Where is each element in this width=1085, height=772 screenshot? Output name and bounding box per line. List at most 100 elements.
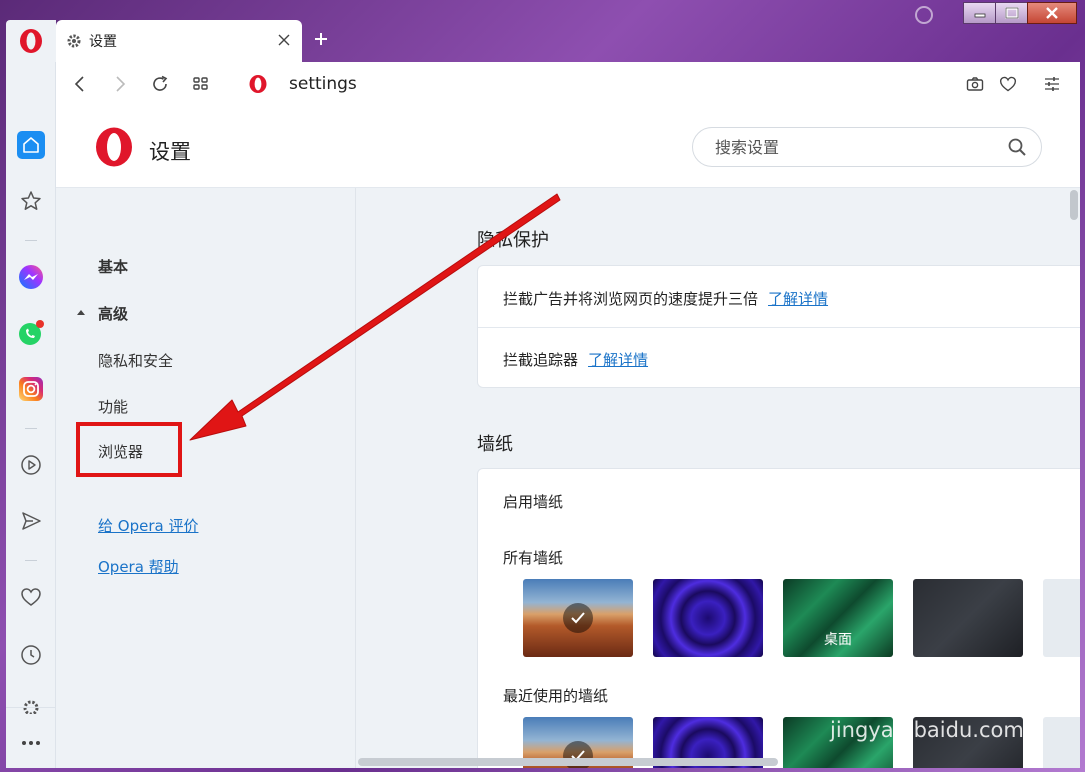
sidebar-player-button[interactable] (16, 450, 46, 480)
block-trackers-label: 拦截追踪器 (503, 351, 579, 369)
messenger-icon (19, 265, 43, 289)
tab-title: 设置 (89, 34, 117, 50)
row-divider (478, 327, 1080, 328)
block-trackers-learn-more-link[interactable]: 了解详情 (588, 351, 648, 369)
annotation-highlight-box (76, 422, 182, 477)
opera-logo-icon (20, 29, 42, 53)
star-icon (21, 191, 41, 210)
settings-header: 设置 (56, 106, 1080, 188)
home-icon-bg (17, 131, 45, 159)
wallpaper-thumb[interactable] (1043, 579, 1080, 657)
watermark-logo: Baidu经验 (830, 670, 1032, 716)
sidebar-divider (25, 428, 37, 429)
sidebar-more-button[interactable] (16, 728, 46, 758)
nav-features[interactable]: 功能 (98, 396, 128, 417)
page-title: 设置 (149, 140, 191, 164)
opera-logo-icon (96, 127, 132, 167)
privacy-card: 拦截广告并将浏览网页的速度提升三倍 了解详情 拦截追踪器 了解详情 (477, 265, 1080, 388)
opera-help-link[interactable]: Opera 帮助 (98, 556, 179, 577)
sidebar-speed-dial-button[interactable] (16, 186, 46, 216)
search-icon (1008, 138, 1026, 156)
sidebar-divider (6, 707, 56, 708)
block-ads-learn-more-link[interactable]: 了解详情 (768, 290, 828, 308)
settings-search[interactable] (692, 127, 1042, 167)
clock-icon (21, 645, 41, 665)
search-tabs-icon[interactable] (915, 6, 933, 24)
whatsapp-icon (19, 320, 44, 345)
opera-logo-icon (249, 75, 267, 93)
sidebar-home-button[interactable] (16, 130, 46, 160)
close-window-icon (1046, 7, 1058, 19)
sidebar-instagram-button[interactable] (16, 374, 46, 404)
tab-strip: 设置 (0, 0, 1085, 62)
sidebar-divider (25, 560, 37, 561)
sliders-icon (1045, 77, 1059, 91)
gear-icon (23, 700, 39, 714)
nav-basic[interactable]: 基本 (98, 256, 128, 277)
tab-close-button[interactable] (276, 32, 292, 48)
sidebar-divider (25, 240, 37, 241)
sidebar-whatsapp-button[interactable] (16, 318, 46, 348)
new-tab-button[interactable] (310, 26, 332, 52)
wallpaper-thumb[interactable] (523, 579, 633, 657)
sidebar-history-button[interactable] (16, 640, 46, 670)
block-trackers-row: 拦截追踪器 了解详情 (503, 349, 648, 370)
recent-wallpaper-thumb[interactable] (1043, 717, 1080, 768)
search-button[interactable] (1005, 135, 1029, 159)
tab-settings[interactable]: 设置 (56, 20, 302, 62)
baidu-watermark: Baidu经验 jingyan.baidu.com (830, 660, 1040, 750)
snapshot-button[interactable] (963, 72, 987, 96)
opera-sidebar (6, 62, 56, 768)
vertical-scrollbar-thumb[interactable] (1070, 190, 1078, 220)
watermark-url: jingyan.baidu.com (830, 718, 1024, 742)
section-title-wallpaper: 墙纸 (477, 434, 513, 455)
gear-icon (67, 34, 81, 48)
sidebar-messenger-button[interactable] (16, 262, 46, 292)
wallpaper-thumb[interactable] (913, 579, 1023, 657)
play-circle-icon (21, 455, 41, 475)
sidebar-settings-button[interactable] (16, 696, 46, 714)
close-window-button[interactable] (1027, 2, 1077, 24)
wallpaper-thumb[interactable] (653, 579, 763, 657)
window-controls (963, 2, 1077, 26)
bookmark-page-button[interactable] (996, 72, 1020, 96)
search-input[interactable] (715, 137, 1005, 157)
chevron-left-icon (74, 76, 84, 92)
block-ads-label: 拦截广告并将浏览网页的速度提升三倍 (503, 290, 759, 308)
tabs-grid-button[interactable] (189, 72, 213, 96)
all-wallpapers-label: 所有墙纸 (503, 549, 564, 567)
horizontal-scrollbar-thumb[interactable] (358, 758, 778, 766)
nav-advanced[interactable]: 高级 (98, 303, 128, 324)
settings-nav: 基本 高级 隐私和安全 功能 浏览器 给 Opera 评价 Opera 帮助 (56, 188, 356, 768)
minimize-button[interactable] (963, 2, 996, 24)
url-text[interactable]: settings (289, 74, 357, 94)
selected-check-badge (563, 603, 593, 633)
check-icon (571, 612, 585, 624)
camera-icon (966, 77, 984, 91)
wallpaper-thumb[interactable]: 桌面 (783, 579, 893, 657)
heart-icon (999, 76, 1017, 92)
maximize-icon (1004, 7, 1019, 19)
chevron-right-icon (116, 76, 126, 92)
section-title-privacy: 隐私保护 (477, 230, 549, 251)
instagram-icon (19, 377, 43, 401)
send-icon (22, 512, 41, 530)
caret-up-icon (77, 310, 85, 315)
close-icon (278, 34, 290, 46)
sidebar-bookmarks-button[interactable] (16, 582, 46, 612)
back-button[interactable] (68, 72, 92, 96)
block-ads-row: 拦截广告并将浏览网页的速度提升三倍 了解详情 (503, 288, 828, 309)
nav-privacy-security[interactable]: 隐私和安全 (98, 350, 173, 371)
reload-button[interactable] (148, 72, 172, 96)
heart-icon (21, 588, 41, 606)
easy-setup-button[interactable] (1040, 72, 1064, 96)
maximize-button[interactable] (995, 2, 1028, 24)
opera-menu-button[interactable] (6, 20, 56, 62)
more-dots-icon (22, 741, 40, 745)
wallpaper-desktop-label: 桌面 (824, 632, 852, 648)
sidebar-flow-button[interactable] (16, 506, 46, 536)
site-opera-icon (246, 72, 270, 96)
forward-button[interactable] (108, 72, 132, 96)
rate-opera-link[interactable]: 给 Opera 评价 (98, 515, 198, 536)
minimize-icon (974, 13, 985, 18)
